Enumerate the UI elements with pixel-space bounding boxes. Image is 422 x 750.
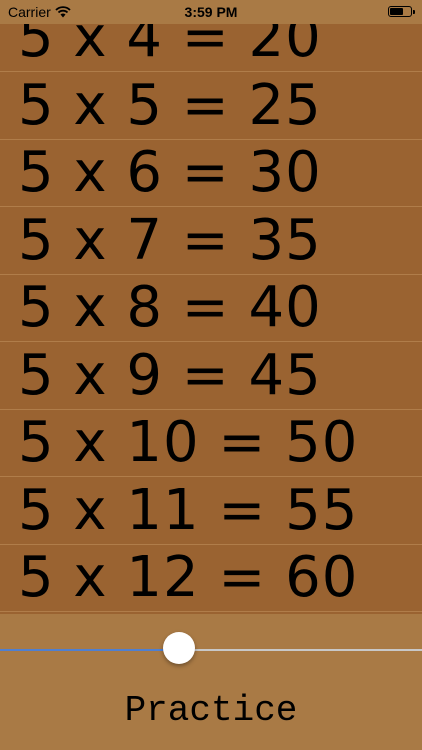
table-row-text: 5 x 4 = 20 [18,24,322,70]
table-row-text: 5 x 8 = 40 [18,275,322,340]
table-row: 5 x 7 = 35 [0,208,422,275]
practice-button[interactable]: Practice [0,690,422,731]
table-row-text: 5 x 7 = 35 [18,207,322,273]
table-row-text: 5 x 12 = 60 [18,545,359,610]
slider-max-track [179,649,422,651]
table-row-text: 5 x 11 = 55 [18,477,359,543]
table-row: 5 x 12 = 60 [0,545,422,612]
table-row: 5 x 4 = 20 [0,24,422,72]
table-row: 5 x 5 = 25 [0,73,422,140]
status-bar: Carrier 3:59 PM [0,0,422,24]
table-row-text: 5 x 5 = 25 [18,72,322,138]
table-row: 5 x 10 = 50 [0,410,422,477]
table-row: 5 x 11 = 55 [0,478,422,545]
table-row-text: 5 x 9 = 45 [18,342,322,408]
multiplication-table[interactable]: 5 x 4 = 20 5 x 5 = 25 5 x 6 = 30 5 x 7 = 35… [0,24,422,614]
battery-icon [388,6,415,17]
table-row-text: 5 x 6 = 30 [18,140,322,205]
slider-min-track [0,649,179,651]
slider-thumb[interactable] [163,632,195,664]
table-slider[interactable] [0,614,422,684]
table-row: 5 x 9 = 45 [0,343,422,410]
table-row: 5 x 6 = 30 [0,140,422,207]
table-row: 5 x 8 = 40 [0,275,422,342]
status-time: 3:59 PM [184,4,238,20]
table-row-text: 5 x 10 = 50 [18,410,359,475]
